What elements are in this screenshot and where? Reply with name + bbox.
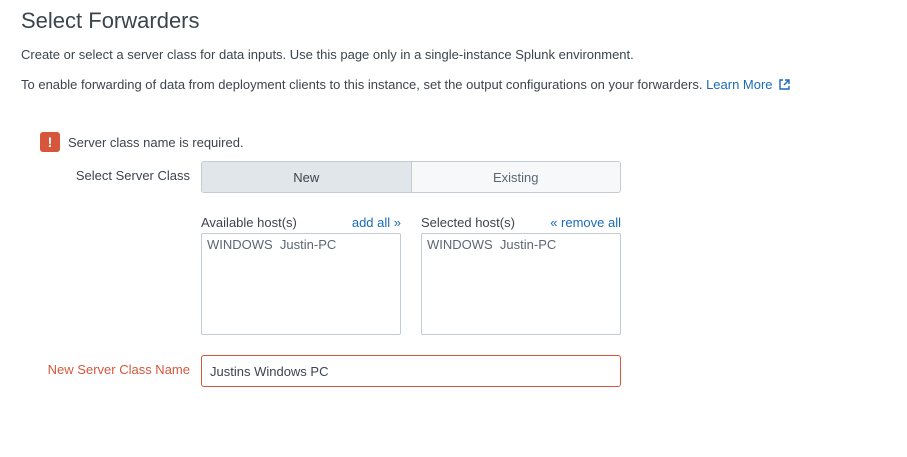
error-message: ! Server class name is required. — [40, 132, 244, 152]
forwarding-instructions-text: To enable forwarding of data from deploy… — [21, 77, 703, 92]
new-server-class-name-input[interactable] — [201, 355, 621, 387]
available-hosts-list[interactable]: WINDOWS Justin-PC — [201, 233, 401, 335]
forwarding-instructions: To enable forwarding of data from deploy… — [21, 77, 790, 93]
select-server-class-label: Select Server Class — [75, 168, 190, 183]
selected-host-item[interactable]: WINDOWS Justin-PC — [422, 234, 620, 255]
select-forwarders-page: Select Forwarders Create or select a ser… — [0, 0, 907, 457]
selected-hosts-header: Selected host(s) « remove all — [421, 215, 621, 231]
selected-hosts-label: Selected host(s) — [421, 215, 515, 230]
error-text: Server class name is required. — [68, 134, 244, 150]
page-title: Select Forwarders — [21, 8, 200, 33]
selected-hosts-list[interactable]: WINDOWS Justin-PC — [421, 233, 621, 335]
available-hosts-label: Available host(s) — [201, 215, 297, 230]
learn-more-link[interactable]: Learn More — [706, 77, 790, 93]
new-server-class-name-label: New Server Class Name — [47, 362, 190, 377]
server-class-existing-button[interactable]: Existing — [410, 162, 620, 192]
page-description: Create or select a server class for data… — [21, 47, 634, 62]
server-class-toggle: New Existing — [201, 161, 621, 193]
remove-all-link[interactable]: « remove all — [550, 215, 621, 230]
available-hosts-header: Available host(s) add all » — [201, 215, 401, 231]
server-class-new-button[interactable]: New — [202, 162, 411, 192]
learn-more-label: Learn More — [706, 77, 773, 92]
available-host-item[interactable]: WINDOWS Justin-PC — [202, 234, 400, 255]
external-link-icon — [778, 78, 790, 93]
error-icon: ! — [40, 132, 60, 152]
add-all-link[interactable]: add all » — [352, 215, 401, 230]
